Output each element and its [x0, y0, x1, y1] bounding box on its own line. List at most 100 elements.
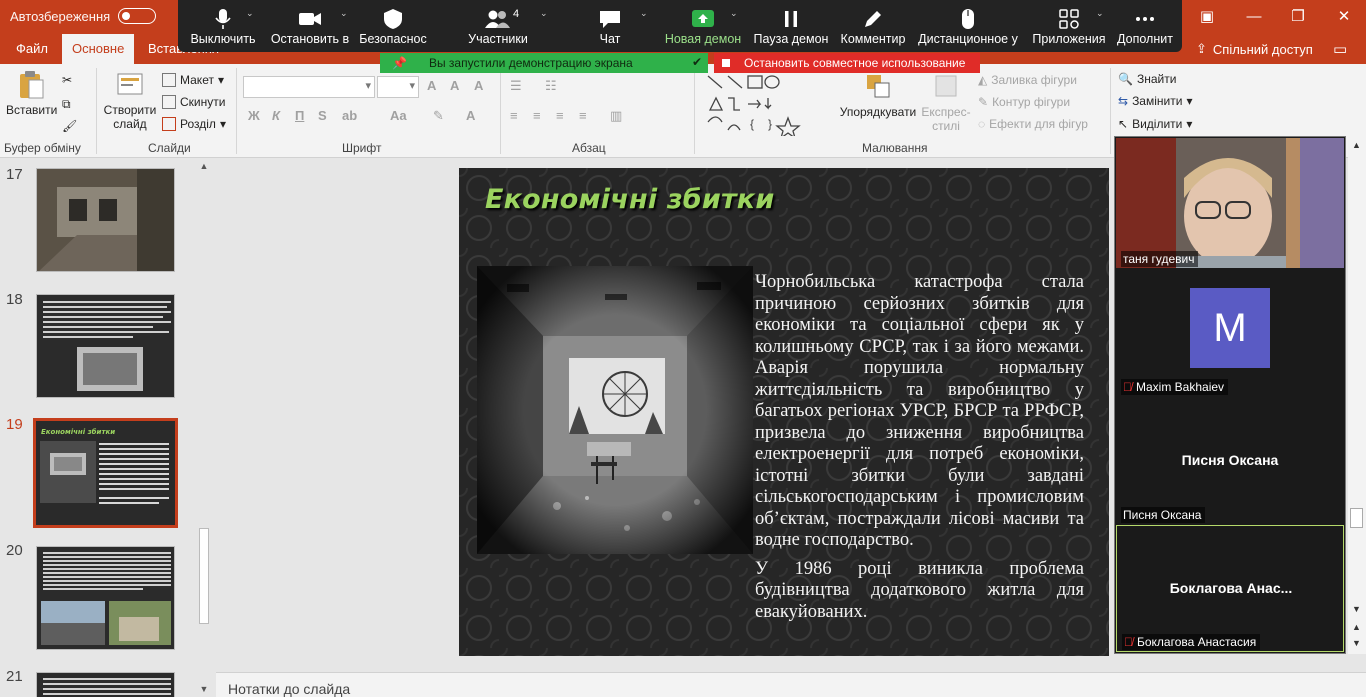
reset-button[interactable]: Скинути — [162, 92, 225, 112]
effects-icon: ◌ — [978, 117, 986, 131]
more-button[interactable]: Дополнит — [1112, 8, 1178, 46]
slide-thumbnail-19[interactable]: Економічні збитки — [33, 418, 178, 528]
scrollbar-thumb[interactable] — [1350, 508, 1363, 528]
align-center-icon[interactable]: ≡ — [533, 108, 541, 123]
shape-fill-button[interactable]: ◭ Заливка фігури — [978, 70, 1077, 90]
minimize-icon[interactable]: — — [1243, 6, 1265, 28]
participants-scrollbar[interactable]: ▲ ▼ ▲ ▼ — [1348, 136, 1366, 654]
layout-button[interactable]: Макет ▾ — [162, 70, 224, 90]
participant-tile-active-speaker[interactable]: Боклагова Анас... 🎙̸ Боклагова Анастасия — [1116, 525, 1344, 652]
current-slide[interactable]: Економічні збитки Чорнобильська катастро… — [459, 168, 1109, 656]
change-case-icon[interactable]: Aa — [390, 108, 407, 123]
scroll-up-icon[interactable]: ▲ — [1352, 140, 1361, 150]
font-size-combo[interactable] — [377, 76, 419, 98]
tab-home[interactable]: Основне — [62, 34, 134, 64]
slide-thumbnail-17[interactable] — [36, 168, 175, 272]
chevron-down-icon[interactable]: ⌄ — [540, 8, 548, 19]
participant-name: Писня Оксана — [1121, 507, 1206, 523]
find-button[interactable]: 🔍 Знайти — [1118, 69, 1176, 89]
notes-pane[interactable]: Нотатки до слайда — [216, 672, 1366, 697]
pause-share-button[interactable]: Пауза демон — [752, 8, 830, 46]
notes-placeholder: Нотатки до слайда — [228, 681, 351, 697]
arrange-label: Упорядкувати — [839, 105, 917, 119]
autosave-toggle[interactable] — [118, 8, 157, 24]
stop-share-button[interactable]: Остановить совместное использование — [714, 53, 980, 73]
scroll-down-icon[interactable]: ▼ — [1352, 638, 1361, 648]
shape-outline-button[interactable]: ✎ Контур фігури — [978, 92, 1070, 112]
bullets-icon[interactable]: ☰ — [510, 78, 522, 94]
remote-control-button[interactable]: Дистанционное у — [916, 8, 1020, 46]
font-name-combo[interactable] — [243, 76, 375, 98]
chat-button[interactable]: Чат — [578, 8, 642, 46]
slide-thumbnail-18[interactable] — [36, 294, 175, 398]
participant-tile[interactable]: M 🎙̸ Maxim Bakhaiev — [1116, 270, 1344, 396]
scrollbar-thumb[interactable] — [199, 528, 209, 624]
section-icon — [162, 117, 176, 131]
align-left-icon[interactable]: ≡ — [510, 108, 518, 123]
numbering-icon[interactable]: ☷ — [545, 78, 557, 94]
chevron-down-icon[interactable]: ⌄ — [1096, 8, 1104, 19]
select-label: Виділити — [1132, 117, 1183, 131]
chevron-down-icon[interactable]: ⌄ — [640, 8, 648, 19]
comments-icon[interactable]: ▭ — [1333, 40, 1347, 58]
paste-icon — [20, 71, 44, 99]
paste-button[interactable]: Вставити — [6, 70, 57, 117]
thumbnail-scrollbar[interactable]: ▲ ▼ — [196, 158, 212, 697]
italic-button[interactable]: К — [272, 108, 280, 123]
participants-button[interactable]: Участники — [462, 8, 534, 46]
slide-thumbnail-21[interactable] — [36, 672, 175, 697]
bold-button[interactable]: Ж — [248, 108, 260, 123]
highlight-icon[interactable]: ✎ — [433, 108, 444, 124]
tab-file[interactable]: Файл — [6, 34, 58, 64]
chevron-down-icon[interactable]: ⌄ — [730, 8, 738, 19]
participants-count: 4 — [513, 8, 520, 20]
share-button[interactable]: ⇪ Спільний доступ — [1196, 38, 1313, 60]
chevron-down-icon[interactable]: ⌄ — [340, 8, 348, 19]
scroll-up-icon[interactable]: ▲ — [196, 158, 212, 174]
clear-format-icon[interactable]: A — [474, 78, 483, 93]
layout-icon — [162, 73, 176, 87]
participant-tile[interactable]: Писня Оксана Писня Оксана — [1116, 398, 1344, 524]
replace-label: Замінити — [1132, 94, 1183, 108]
chevron-down-icon[interactable]: ⌄ — [246, 8, 254, 19]
participant-tile[interactable]: таня гудевич — [1116, 138, 1344, 268]
columns-icon[interactable]: ▥ — [610, 108, 622, 124]
annotate-button[interactable]: Комментир — [838, 8, 908, 46]
scroll-down-icon[interactable]: ▼ — [1352, 604, 1361, 614]
arrange-button[interactable]: Упорядкувати — [838, 72, 918, 119]
more-icon — [1136, 17, 1154, 21]
slide-thumbnail-20[interactable] — [36, 546, 175, 650]
restore-icon[interactable]: ❐ — [1287, 6, 1309, 28]
cut-icon[interactable]: ✂ — [62, 70, 72, 90]
replace-button[interactable]: ⇆ Замінити ▾ — [1118, 91, 1192, 111]
quick-styles-button[interactable]: Експрес-стилі — [920, 72, 972, 133]
shape-effects-button[interactable]: ◌ Ефекти для фігур — [978, 114, 1088, 134]
stop-video-button[interactable]: Остановить в — [270, 8, 350, 46]
copy-icon[interactable]: ⧉ — [62, 94, 71, 114]
select-button[interactable]: ↖ Виділити ▾ — [1118, 114, 1192, 134]
increase-font-icon[interactable]: A — [427, 78, 436, 93]
format-painter-icon[interactable]: 🖌 — [62, 116, 77, 136]
mute-label: Выключить — [190, 32, 256, 46]
slide-body-text[interactable]: Чорнобильська катастрофа стала причиною … — [755, 272, 1084, 630]
font-color-icon[interactable]: A — [466, 108, 475, 123]
scroll-down-icon[interactable]: ▼ — [196, 681, 212, 697]
replace-icon: ⇆ — [1118, 94, 1129, 108]
decrease-font-icon[interactable]: A — [450, 78, 459, 93]
slides-group-label: Слайди — [148, 141, 191, 155]
close-icon[interactable]: ✕ — [1333, 6, 1355, 28]
underline-button[interactable]: П — [295, 108, 304, 123]
section-button[interactable]: Розділ ▾ — [162, 114, 226, 134]
security-button[interactable]: Безопаснос — [358, 8, 428, 46]
strikethrough-button[interactable]: S — [318, 108, 327, 123]
new-slide-button[interactable]: Створити слайд — [102, 70, 158, 131]
slide-title[interactable]: Економічні збитки — [485, 184, 774, 215]
autosave-control[interactable]: Автозбереження — [10, 8, 157, 24]
shapes-gallery[interactable]: {} — [702, 70, 834, 136]
arrange-icon — [867, 75, 890, 98]
justify-icon[interactable]: ≡ — [579, 108, 587, 123]
char-spacing-icon[interactable]: ab — [342, 108, 357, 123]
scroll-up-icon[interactable]: ▲ — [1352, 622, 1361, 632]
align-right-icon[interactable]: ≡ — [556, 108, 564, 123]
ribbon-display-options-icon[interactable]: ▣ — [1196, 6, 1218, 28]
